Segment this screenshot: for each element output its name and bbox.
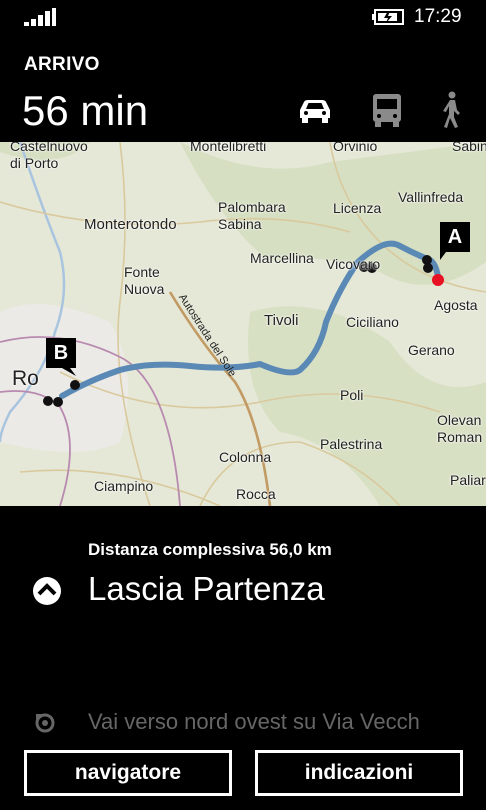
map-label: Vallinfreda [398,189,464,205]
trip-duration: 56 min [22,87,149,134]
destination-pin-b[interactable]: B [46,338,76,376]
map-label: Palestrina [320,436,383,452]
walk-icon[interactable] [440,90,462,130]
map-label: Licenza [333,200,382,216]
map-label: Agosta [434,297,478,313]
map-label: Ciampino [94,478,154,494]
map-label: Castelnuovo di Porto [10,142,88,171]
pin-b-label: B [53,342,69,364]
directions-button[interactable]: indicazioni [255,750,463,796]
map-label: Ro [12,367,39,390]
arrival-label: ARRIVO [24,54,100,75]
map-label: Poli [340,387,364,403]
map-label: Vicovaro [326,256,381,272]
chevron-up-circle-icon [33,577,61,605]
map-label: Marcellina [250,250,314,266]
map-label: Orvinio [333,142,378,154]
map-label: Colonna [219,449,272,465]
car-icon[interactable] [296,90,334,130]
next-step[interactable]: Vai verso nord ovest su Via Vecch [88,709,462,735]
map-label: Sabin [452,142,486,154]
map-label: Monterotondo [84,216,177,233]
map-label: Palombara Sabina [218,199,286,232]
status-bar: 17:29 [0,0,486,34]
map-label: Tivoli [264,312,299,329]
map-label: Paliar [450,472,486,488]
clock: 17:29 [414,6,462,27]
map-label: Rocca Priora [236,486,276,506]
map-label: Gerano [408,342,455,358]
navigator-button[interactable]: navigatore [24,750,232,796]
total-distance: Distanza complessiva 56,0 km [88,540,332,559]
map-label: Ciciliano [346,314,399,330]
route-map[interactable]: Castelnuovo di Porto Montelibretti Orvin… [0,142,486,506]
location-target-icon [35,713,55,733]
destination-pin-a[interactable]: A [440,222,470,260]
map-label: Fonte Nuova [124,264,165,297]
current-step[interactable]: Lascia Partenza [88,570,325,608]
map-label: Montelibretti [190,142,267,154]
pin-a-label: A [447,226,463,248]
bus-icon[interactable] [371,90,403,130]
map-label: Olevan Roman [437,412,483,445]
battery-charging-icon [372,9,404,25]
signal-bars-icon [24,8,56,26]
